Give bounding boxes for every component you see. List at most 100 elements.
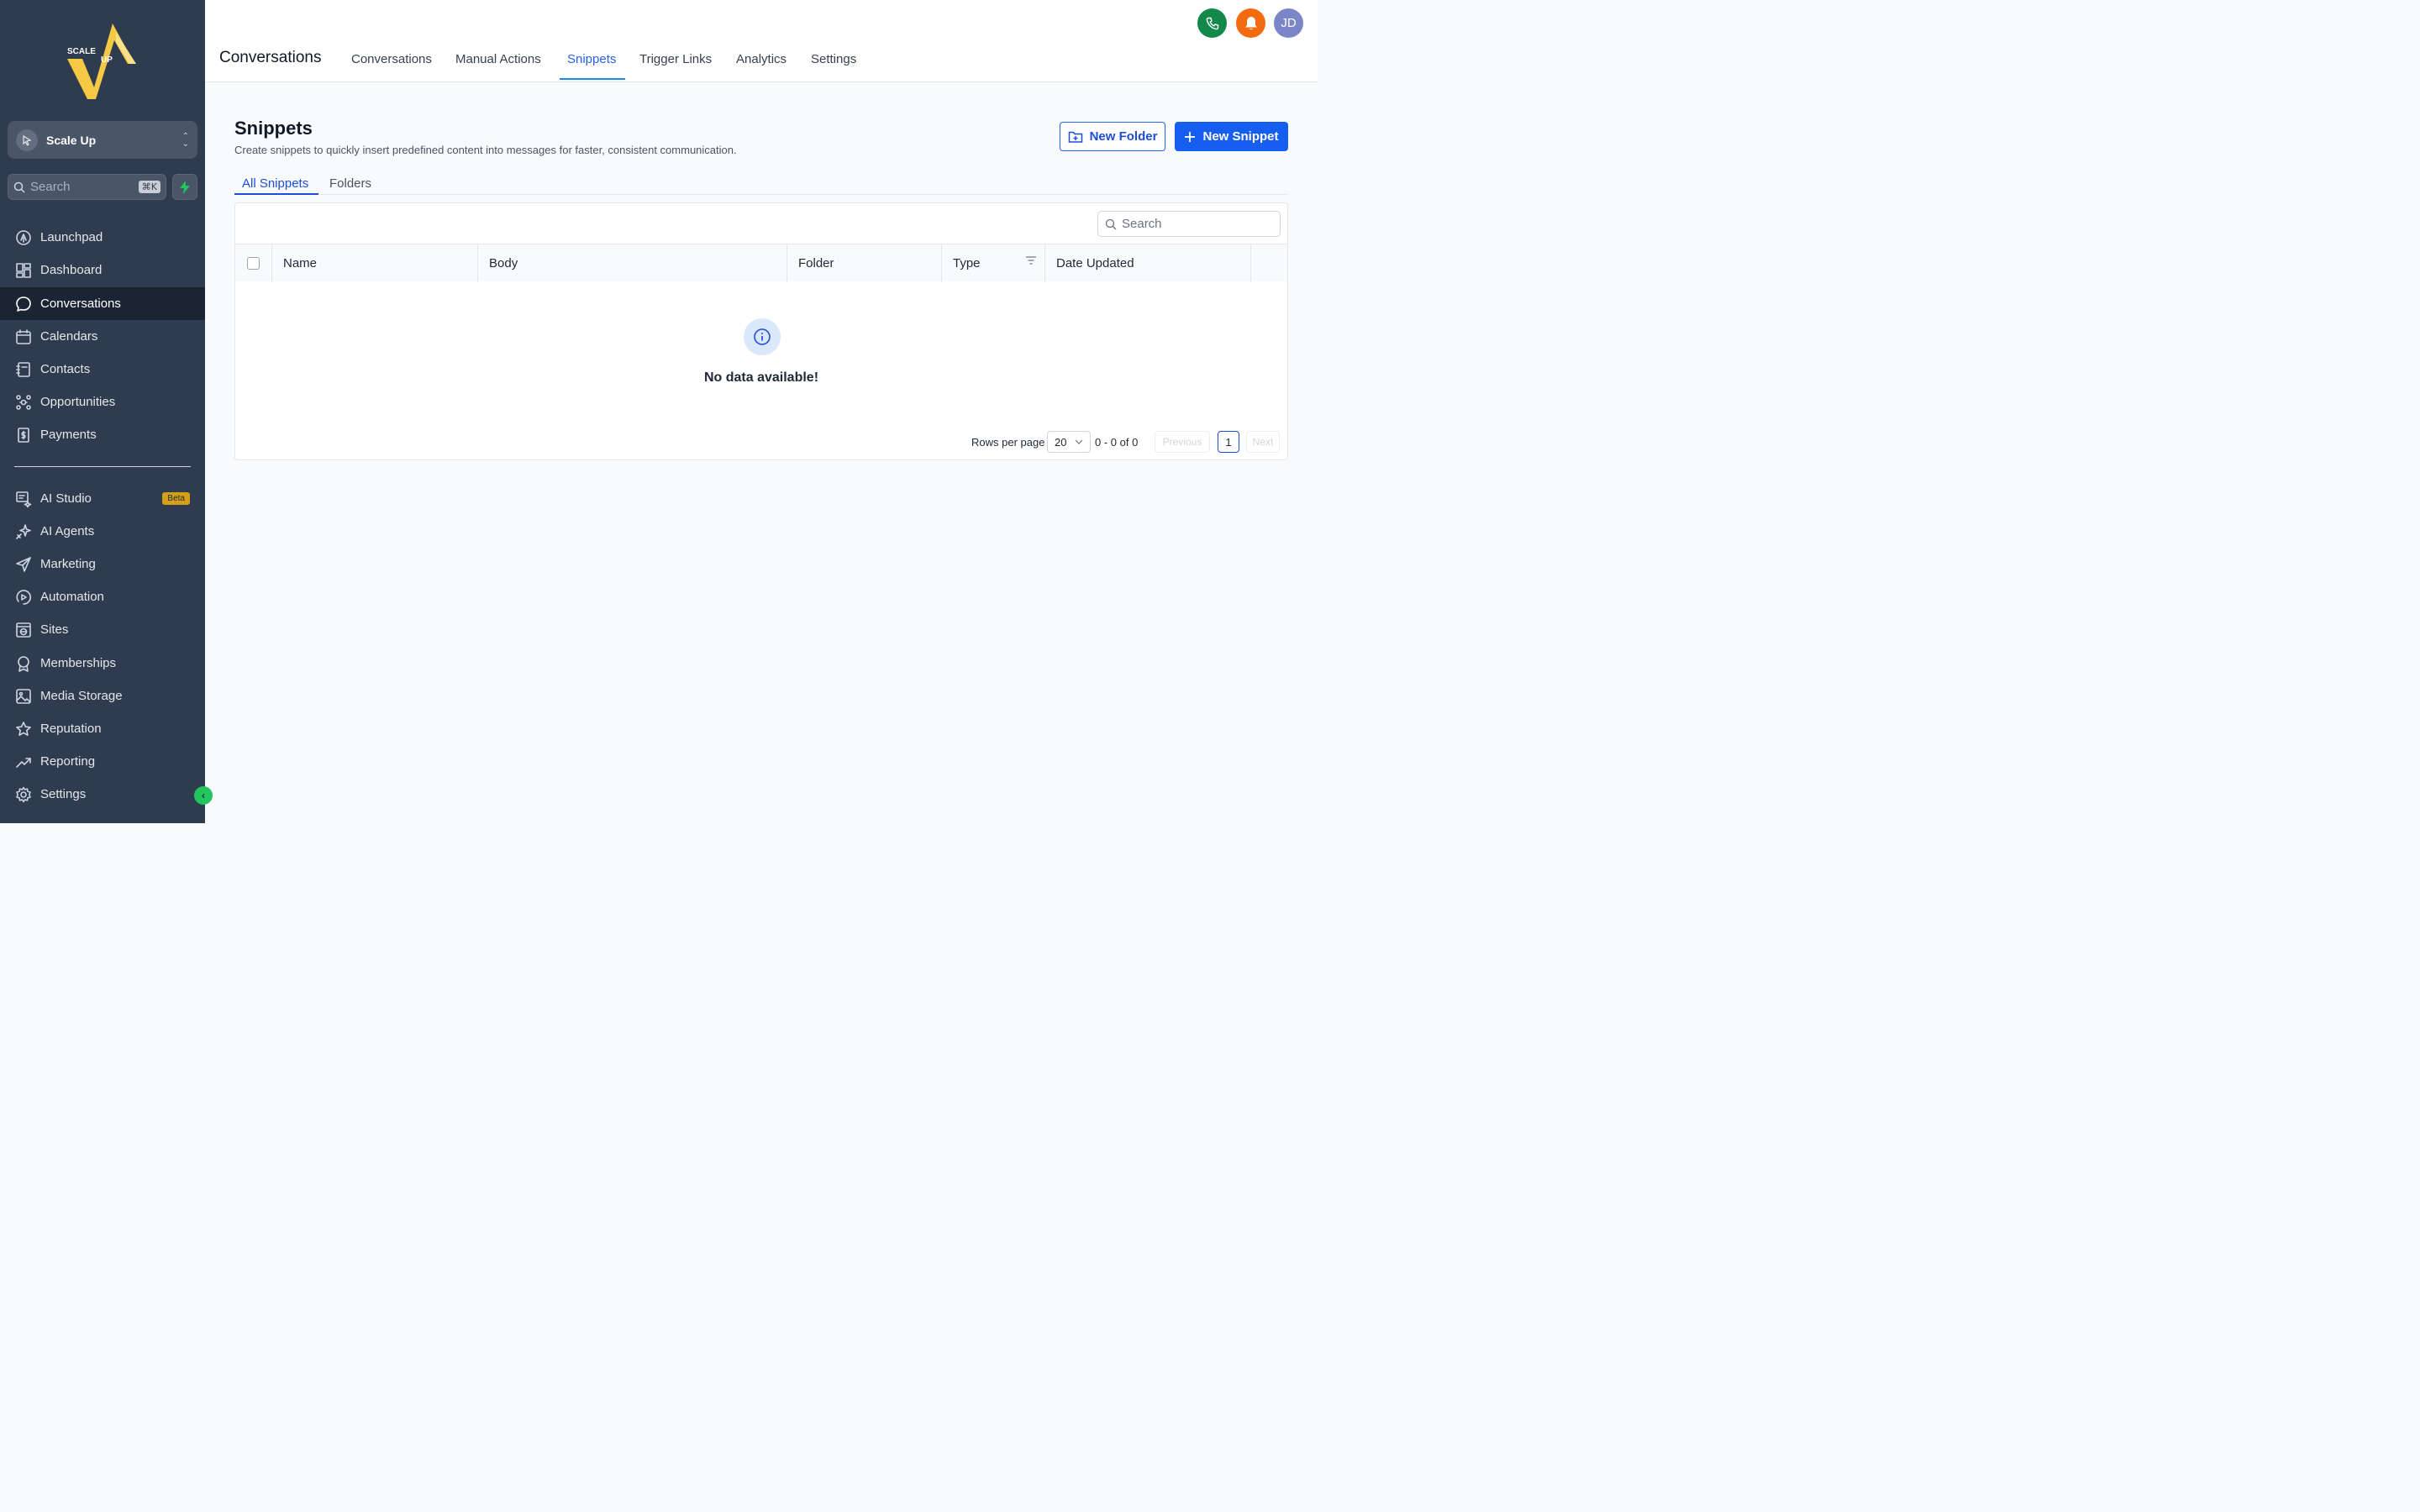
avatar[interactable]: JD	[1274, 8, 1303, 38]
active-tab-indicator	[560, 78, 625, 80]
column-header-folder[interactable]: Folder	[787, 244, 942, 282]
rows-per-page-select[interactable]: 20	[1047, 431, 1091, 453]
sidebar-item-reporting[interactable]: Reporting	[0, 745, 205, 778]
sidebar-divider	[14, 466, 191, 467]
sidebar-item-media-storage[interactable]: Media Storage	[0, 680, 205, 712]
sparkle-icon	[15, 523, 32, 540]
notifications-button[interactable]	[1236, 8, 1265, 38]
shortcut-badge: ⌘K	[138, 181, 160, 193]
logo-text-bottom: UP	[101, 55, 113, 65]
sidebar-item-sites[interactable]: Sites	[0, 613, 205, 646]
sidebar-item-memberships[interactable]: Memberships	[0, 647, 205, 680]
rocket-icon	[15, 229, 32, 246]
pagination-range: 0 - 0 of 0	[1095, 436, 1139, 449]
sidebar-item-label: Calendars	[40, 329, 98, 344]
column-header-type-cell: Type	[942, 244, 1045, 282]
active-subtab-indicator	[234, 193, 318, 195]
phone-icon	[1206, 17, 1218, 29]
globe-icon	[15, 622, 32, 638]
page-number-button[interactable]: 1	[1218, 431, 1239, 453]
bolt-icon	[180, 180, 190, 194]
sidebar-item-label: Reputation	[40, 722, 102, 736]
tab-trigger-links[interactable]: Trigger Links	[639, 52, 712, 66]
rows-per-page-value: 20	[1055, 435, 1067, 449]
subtab-divider	[234, 194, 1288, 195]
sidebar-item-calendars[interactable]: Calendars	[0, 320, 205, 353]
dashboard-icon	[15, 262, 32, 279]
sidebar-item-label: Memberships	[40, 656, 117, 670]
chat-icon	[15, 296, 32, 312]
tab-snippets[interactable]: Snippets	[567, 52, 616, 66]
column-header-type[interactable]: Type	[953, 256, 981, 270]
tab-settings[interactable]: Settings	[811, 52, 856, 66]
sidebar-item-label: Contacts	[40, 362, 91, 376]
ai-studio-icon	[15, 491, 32, 507]
sidebar-item-payments[interactable]: Payments	[0, 418, 205, 451]
previous-page-button[interactable]: Previous	[1155, 431, 1210, 453]
sidebar-item-marketing[interactable]: Marketing	[0, 548, 205, 580]
tab-conversations[interactable]: Conversations	[351, 52, 432, 66]
contacts-icon	[15, 361, 32, 378]
table-header: Name Body Folder Type Date Updated	[235, 244, 1287, 282]
sidebar-item-settings[interactable]: Settings	[0, 778, 205, 811]
sidebar-item-conversations[interactable]: Conversations	[0, 287, 205, 320]
sidebar-item-dashboard[interactable]: Dashboard	[0, 254, 205, 286]
sidebar-item-opportunities[interactable]: Opportunities	[0, 386, 205, 418]
filter-icon[interactable]	[1025, 255, 1037, 265]
sidebar-item-automation[interactable]: Automation	[0, 580, 205, 613]
automation-icon	[15, 589, 32, 606]
collapse-sidebar-button[interactable]: ‹	[194, 786, 213, 805]
column-header-name[interactable]: Name	[272, 244, 478, 282]
sidebar-item-contacts[interactable]: Contacts	[0, 353, 205, 386]
empty-state-badge	[744, 318, 781, 355]
logo-text-top: SCALE	[67, 47, 96, 56]
select-all-checkbox[interactable]	[247, 257, 260, 270]
beta-badge: Beta	[162, 492, 190, 505]
column-header-date-updated[interactable]: Date Updated	[1045, 244, 1251, 282]
account-switcher[interactable]: Scale Up ⌃ ⌄	[8, 121, 197, 159]
calendar-icon	[15, 328, 32, 345]
chevron-down-icon	[1075, 439, 1083, 444]
brand-logo[interactable]: SCALE UP	[62, 17, 143, 104]
payments-icon	[15, 427, 32, 444]
send-icon	[15, 556, 32, 573]
quick-action-button[interactable]	[172, 174, 197, 200]
new-folder-label: New Folder	[1089, 129, 1158, 144]
rows-per-page-label: Rows per page	[971, 436, 1045, 449]
sidebar-item-label: Dashboard	[40, 263, 103, 277]
subtab-all-snippets[interactable]: All Snippets	[242, 176, 308, 191]
sidebar-item-ai-studio[interactable]: AI Studio Beta	[0, 482, 205, 515]
sidebar-item-label: Sites	[40, 622, 69, 637]
tab-analytics[interactable]: Analytics	[736, 52, 786, 66]
phone-button[interactable]	[1197, 8, 1227, 38]
new-folder-button[interactable]: New Folder	[1060, 122, 1165, 151]
sidebar-item-label: Launchpad	[40, 230, 103, 244]
info-icon	[754, 328, 771, 345]
sidebar-item-ai-agents[interactable]: AI Agents	[0, 515, 205, 548]
opportunities-icon	[15, 394, 32, 411]
new-snippet-button[interactable]: New Snippet	[1175, 122, 1288, 151]
sidebar-search-placeholder: Search	[30, 180, 71, 194]
select-all-cell	[235, 244, 272, 282]
sidebar-item-label: Settings	[40, 787, 87, 801]
pointer-icon	[16, 129, 38, 151]
next-page-button[interactable]: Next	[1246, 431, 1280, 453]
chevron-updown-icon: ⌃ ⌄	[182, 131, 189, 149]
gear-icon	[15, 786, 32, 803]
column-header-body[interactable]: Body	[478, 244, 787, 282]
new-snippet-label: New Snippet	[1202, 129, 1279, 144]
table-search-input[interactable]: Search	[1097, 211, 1281, 237]
sidebar-search[interactable]: Search ⌘K	[8, 174, 166, 200]
plus-icon	[1185, 131, 1196, 142]
sidebar-item-launchpad[interactable]: Launchpad	[0, 221, 205, 254]
star-icon	[15, 721, 32, 738]
tab-manual-actions[interactable]: Manual Actions	[455, 52, 541, 66]
subtab-folders[interactable]: Folders	[329, 176, 371, 191]
search-icon	[1105, 218, 1117, 229]
award-icon	[15, 655, 32, 672]
section-subtitle: Create snippets to quickly insert predef…	[234, 144, 737, 156]
sidebar-item-reputation[interactable]: Reputation	[0, 712, 205, 745]
section-title: Snippets	[234, 118, 313, 139]
sidebar-item-label: Payments	[40, 428, 97, 442]
sidebar-item-label: Automation	[40, 590, 104, 604]
